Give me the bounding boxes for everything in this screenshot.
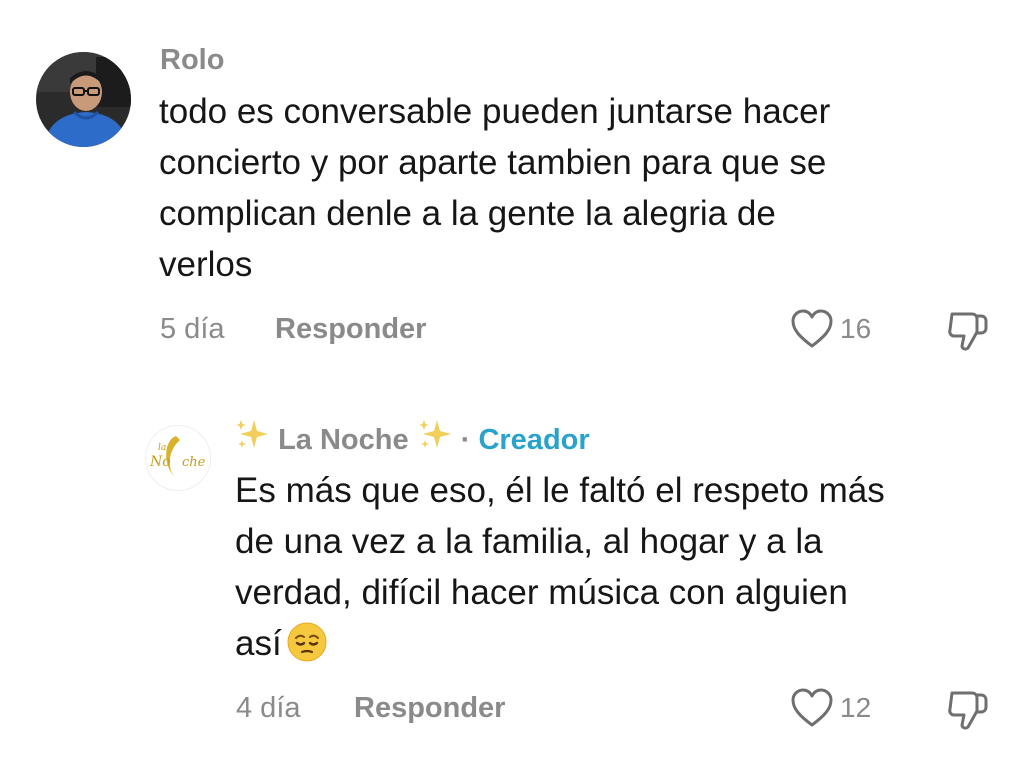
comment-username[interactable]: Rolo (160, 44, 224, 77)
like-count: 16 (840, 313, 872, 344)
comment-username[interactable]: La Noche (278, 424, 409, 456)
user-photo-avatar-icon (36, 52, 131, 147)
comment-username-row: La Noche · Creador (234, 418, 590, 457)
comment-age: 5 día (160, 313, 225, 345)
thumbs-down-icon (948, 312, 988, 351)
comment-text-line: de una vez a la familia, al hogar y a la (235, 522, 823, 561)
comment-text-line: Es más que eso, él le faltó el respeto m… (235, 471, 885, 510)
comment-age: 4 día (236, 692, 301, 724)
sparkles-icon (418, 420, 451, 448)
like-count: 12 (840, 692, 872, 723)
heart-icon (791, 688, 833, 727)
thumbs-down-icon (948, 691, 988, 730)
comment-text-line: verdad, difícil hacer música con alguien (235, 573, 848, 612)
dislike-button[interactable] (944, 308, 990, 357)
comment-text: todo es conversable pueden juntarse hace… (159, 86, 830, 290)
like-button[interactable]: 16 (790, 308, 871, 350)
sparkles-icon (236, 420, 268, 448)
comment-text-line-last: así (235, 618, 885, 669)
user-avatar[interactable] (36, 52, 131, 147)
svg-text:la: la (158, 443, 166, 453)
la-noche-logo-avatar-icon: No che la (146, 426, 210, 490)
dislike-button[interactable] (944, 687, 990, 736)
pensive-face-emoji-icon (287, 622, 327, 662)
comment-text-line: todo es conversable pueden juntarse hace… (159, 92, 831, 131)
svg-text:che: che (182, 455, 206, 470)
comment-text: Es más que eso, él le faltó el respeto m… (235, 465, 885, 669)
comment-text-line: así (235, 624, 282, 663)
svg-text:No: No (149, 454, 171, 470)
separator-dot: · (460, 424, 471, 456)
reply-button[interactable]: Responder (354, 692, 505, 725)
like-button[interactable]: 12 (790, 687, 871, 729)
creator-badge: Creador (478, 424, 590, 456)
comment-text-line: concierto y por aparte tambien para que … (159, 143, 827, 182)
heart-icon (791, 309, 833, 348)
comment-text-line: complican denle a la gente la alegria de (159, 194, 776, 233)
reply-button[interactable]: Responder (275, 313, 426, 346)
creator-avatar[interactable]: No che la (145, 425, 211, 491)
comment-text-line: verlos (159, 245, 253, 284)
